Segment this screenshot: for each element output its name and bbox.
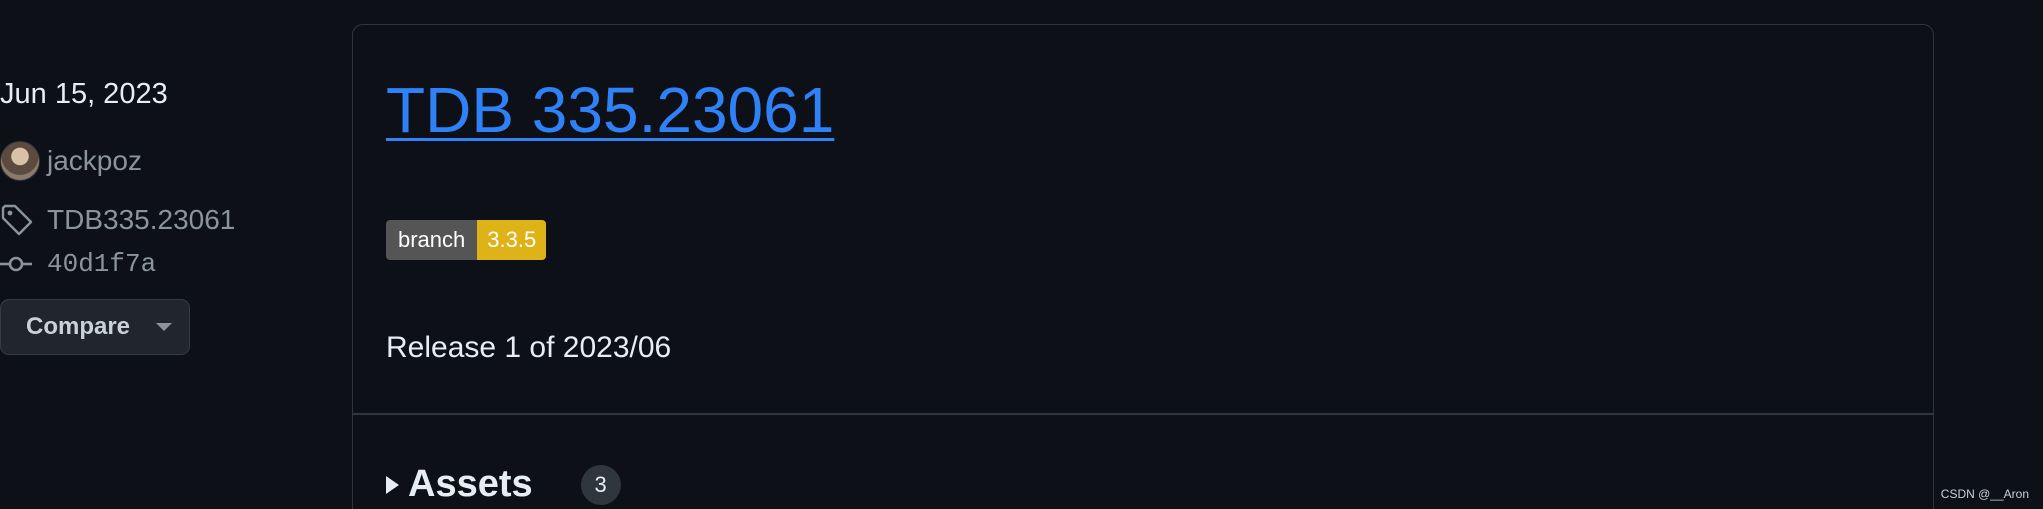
author-name[interactable]: jackpoz — [47, 145, 142, 177]
disclosure-triangle-icon — [386, 475, 399, 494]
release-date: Jun 15, 2023 — [0, 78, 168, 110]
release-page: Jun 15, 2023 jackpoz TDB335.23061 40d1f7… — [0, 0, 2043, 509]
branch-badge: branch 3.3.5 — [386, 220, 547, 260]
commit-sha[interactable]: 40d1f7a — [47, 249, 156, 279]
author-link[interactable]: jackpoz — [0, 140, 142, 182]
compare-button[interactable]: Compare — [0, 299, 190, 355]
compare-label: Compare — [26, 313, 131, 340]
assets-count-badge: 3 — [580, 464, 621, 505]
badge-value: 3.3.5 — [477, 220, 547, 260]
avatar[interactable] — [0, 141, 40, 181]
caret-down-icon — [156, 323, 173, 331]
assets-toggle[interactable]: Assets 3 — [386, 463, 621, 506]
release-description: Release 1 of 2023/06 — [386, 331, 672, 364]
watermark: CSDN @__Aron — [1940, 487, 2029, 501]
release-title[interactable]: TDB 335.23061 — [386, 73, 834, 147]
tag-link[interactable]: TDB335.23061 — [0, 200, 235, 240]
release-card: TDB 335.23061 branch 3.3.5 Release 1 of … — [352, 24, 1934, 509]
assets-heading: Assets — [408, 463, 533, 505]
badge-label: branch — [386, 220, 478, 260]
tag-icon — [1, 204, 33, 236]
divider — [353, 413, 1933, 415]
git-commit-icon — [0, 256, 32, 272]
tag-name[interactable]: TDB335.23061 — [47, 204, 235, 236]
commit-link[interactable]: 40d1f7a — [0, 246, 156, 282]
